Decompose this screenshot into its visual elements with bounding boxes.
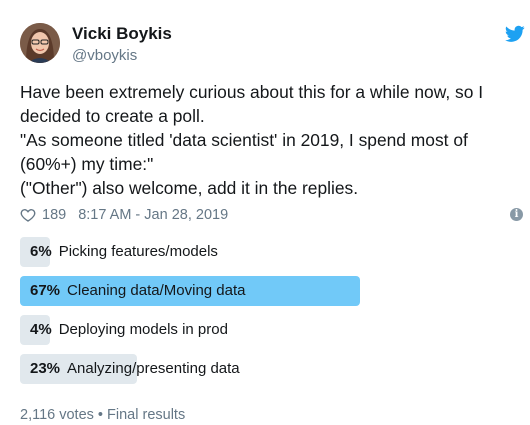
poll-percent: 6% bbox=[30, 243, 52, 260]
tweet-text-line: (60%+) my time:" bbox=[20, 154, 154, 174]
poll: 6% Picking features/models 67% Cleaning da… bbox=[20, 237, 515, 393]
poll-percent: 67% bbox=[30, 282, 61, 299]
poll-percent: 23% bbox=[30, 360, 61, 377]
tweet-text-line: ("Other") also welcome, add it in the re… bbox=[20, 178, 359, 198]
tweet-text-line: Have been extremely curious about this f… bbox=[20, 82, 484, 102]
poll-option: 67% Cleaning data/Moving data bbox=[20, 276, 515, 306]
twitter-bird-icon[interactable] bbox=[505, 25, 525, 43]
avatar-image bbox=[20, 23, 60, 63]
poll-option-label: Analyzing/presenting data bbox=[67, 360, 240, 377]
poll-option: 6% Picking features/models bbox=[20, 237, 515, 267]
poll-option-label: Picking features/models bbox=[58, 243, 218, 260]
avatar[interactable] bbox=[20, 23, 60, 63]
poll-option: 23% Analyzing/presenting data bbox=[20, 354, 515, 384]
poll-option-label: Cleaning data/Moving data bbox=[67, 282, 246, 299]
author-handle[interactable]: @vboykis bbox=[72, 47, 137, 64]
tweet-text-line: decided to create a poll. bbox=[20, 106, 205, 126]
likes-count[interactable]: 189 bbox=[42, 207, 66, 223]
poll-percent: 4% bbox=[30, 321, 52, 338]
tweet-text-line: "As someone titled 'data scientist' in 2… bbox=[20, 130, 468, 150]
poll-option-label: Deploying models in prod bbox=[58, 321, 228, 338]
tweet-text: Have been extremely curious about this f… bbox=[20, 80, 515, 200]
info-icon[interactable]: i bbox=[510, 208, 523, 221]
tweet-timestamp[interactable]: 8:17 AM - Jan 28, 2019 bbox=[78, 207, 228, 223]
heart-icon[interactable] bbox=[20, 207, 36, 223]
poll-option: 4% Deploying models in prod bbox=[20, 315, 515, 345]
tweet-meta: 189 8:17 AM - Jan 28, 2019 bbox=[20, 205, 228, 225]
poll-footer: 2,116 votes • Final results bbox=[20, 407, 186, 423]
author-name[interactable]: Vicki Boykis bbox=[72, 24, 172, 44]
